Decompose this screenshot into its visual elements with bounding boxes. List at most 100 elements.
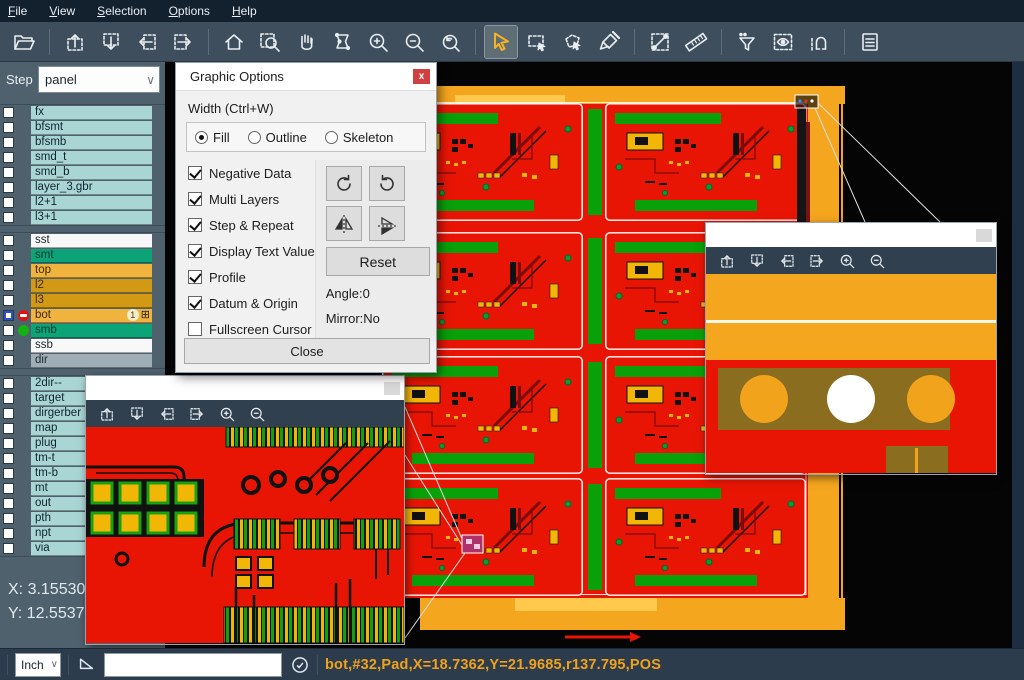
zoom-out-button[interactable] <box>245 402 269 426</box>
magnifier-window-fiducial[interactable] <box>705 222 997 475</box>
checkbox-multi-layers[interactable]: Multi Layers <box>188 186 315 212</box>
zoom-out-button[interactable] <box>865 249 889 273</box>
layer-label[interactable]: l3 <box>31 294 152 308</box>
window-button[interactable] <box>384 382 400 395</box>
layer-label[interactable]: bfsmb <box>31 136 152 150</box>
layer-checkbox[interactable] <box>3 310 14 321</box>
magnifier-titlebar[interactable] <box>706 223 996 247</box>
pan-hand-button[interactable] <box>290 26 322 58</box>
command-input[interactable] <box>104 653 282 677</box>
layer-checkbox[interactable] <box>3 378 14 389</box>
layer-checkbox[interactable] <box>3 265 14 276</box>
menu-help[interactable]: Help <box>232 4 257 18</box>
layer-checkbox[interactable] <box>3 122 14 133</box>
pan-up-button[interactable] <box>95 402 119 426</box>
checkbox-profile[interactable]: Profile <box>188 264 315 290</box>
checkbox-negative-data[interactable]: Negative Data <box>188 160 315 186</box>
select-polygon-button[interactable] <box>557 26 589 58</box>
layer-checkbox[interactable] <box>3 438 14 449</box>
pan-left-button[interactable] <box>775 249 799 273</box>
layer-label[interactable]: l3+1 <box>31 211 152 225</box>
layer-checkbox[interactable] <box>3 543 14 554</box>
layer-checkbox[interactable] <box>3 453 14 464</box>
menu-options[interactable]: Options <box>169 4 210 18</box>
angle-tool-icon[interactable] <box>76 651 98 678</box>
rotate-cw-button[interactable] <box>326 166 362 201</box>
pan-right-button[interactable] <box>185 402 209 426</box>
layer-label[interactable]: smb <box>31 324 152 338</box>
zoom-previous-button[interactable] <box>434 26 466 58</box>
magnifier-window-pads[interactable] <box>85 375 405 645</box>
checkbox-display-text-value[interactable]: Display Text Value <box>188 238 315 264</box>
measure-button[interactable] <box>644 26 676 58</box>
pan-down-button[interactable] <box>745 249 769 273</box>
mirror-horizontal-button[interactable] <box>369 206 405 241</box>
layer-checkbox[interactable] <box>3 408 14 419</box>
layer-label[interactable]: l2+1 <box>31 196 152 210</box>
layer-label[interactable]: top <box>31 264 152 278</box>
layer-row-top[interactable]: top <box>0 263 165 278</box>
step-select[interactable]: panel ∨ <box>38 66 160 93</box>
layer-row-l2[interactable]: l2 <box>0 278 165 293</box>
layer-label[interactable]: smd_t <box>31 151 152 165</box>
layer-checkbox[interactable] <box>3 152 14 163</box>
magnifier-view-pads[interactable] <box>86 427 404 643</box>
layer-checkbox[interactable] <box>3 107 14 118</box>
layer-checkbox[interactable] <box>3 483 14 494</box>
layer-checkbox[interactable] <box>3 212 14 223</box>
radio-skeleton[interactable]: Skeleton <box>325 130 394 145</box>
pan-down-button[interactable] <box>95 26 127 58</box>
layer-checkbox[interactable] <box>3 325 14 336</box>
pan-left-button[interactable] <box>155 402 179 426</box>
zoom-in-button[interactable] <box>835 249 859 273</box>
dialog-titlebar[interactable]: Graphic Options x <box>176 63 436 91</box>
layer-row-ssb[interactable]: ssb <box>0 338 165 353</box>
menu-file[interactable]: File <box>8 4 27 18</box>
layer-label[interactable]: bfsmt <box>31 121 152 135</box>
pan-down-button[interactable] <box>125 402 149 426</box>
menu-view[interactable]: View <box>49 4 75 18</box>
layer-row-smt[interactable]: smt <box>0 248 165 263</box>
layer-label[interactable]: smd_b <box>31 166 152 180</box>
layer-row-layer_3.gbr[interactable]: layer_3.gbr <box>0 180 165 195</box>
layer-label[interactable]: layer_3.gbr <box>31 181 152 195</box>
brush-button[interactable] <box>593 26 625 58</box>
reset-button[interactable]: Reset <box>326 247 430 276</box>
layer-row-sst[interactable]: sst <box>0 233 165 248</box>
layer-checkbox[interactable] <box>3 528 14 539</box>
layer-checkbox[interactable] <box>3 182 14 193</box>
close-button[interactable]: Close <box>184 338 430 364</box>
view-area-button[interactable] <box>767 26 799 58</box>
zoom-object-button[interactable] <box>326 26 358 58</box>
zoom-in-button[interactable] <box>215 402 239 426</box>
layer-row-l3[interactable]: l3 <box>0 293 165 308</box>
layer-row-smd_t[interactable]: smd_t <box>0 150 165 165</box>
rotate-ccw-button[interactable] <box>369 166 405 201</box>
layer-row-l3+1[interactable]: l3+1 <box>0 210 165 225</box>
window-button[interactable] <box>976 229 992 242</box>
snap-button[interactable] <box>803 26 835 58</box>
mirror-vertical-button[interactable] <box>326 206 362 241</box>
radio-fill[interactable]: Fill <box>195 130 230 145</box>
layer-row-bot[interactable]: bot1⊞ <box>0 308 165 323</box>
layer-row-bfsmb[interactable]: bfsmb <box>0 135 165 150</box>
layer-label[interactable]: ssb <box>31 339 152 353</box>
layer-row-smb[interactable]: smb <box>0 323 165 338</box>
pan-right-button[interactable] <box>805 249 829 273</box>
grid-icon[interactable]: ⊞ <box>141 310 150 320</box>
layer-label[interactable]: l2 <box>31 279 152 293</box>
report-button[interactable] <box>854 26 886 58</box>
layer-row-fx[interactable]: fx <box>0 105 165 120</box>
layer-row-smd_b[interactable]: smd_b <box>0 165 165 180</box>
layer-checkbox[interactable] <box>3 295 14 306</box>
checkbox-datum-origin[interactable]: Datum & Origin <box>188 290 315 316</box>
layer-row-bfsmt[interactable]: bfsmt <box>0 120 165 135</box>
canvas-scrollbar[interactable] <box>1012 62 1024 648</box>
apply-icon[interactable] <box>290 655 310 675</box>
layer-checkbox[interactable] <box>3 340 14 351</box>
checkbox-step-repeat[interactable]: Step & Repeat <box>188 212 315 238</box>
layer-checkbox[interactable] <box>3 197 14 208</box>
layer-label[interactable]: dir <box>31 354 152 368</box>
pan-up-button[interactable] <box>715 249 739 273</box>
layer-checkbox[interactable] <box>3 513 14 524</box>
